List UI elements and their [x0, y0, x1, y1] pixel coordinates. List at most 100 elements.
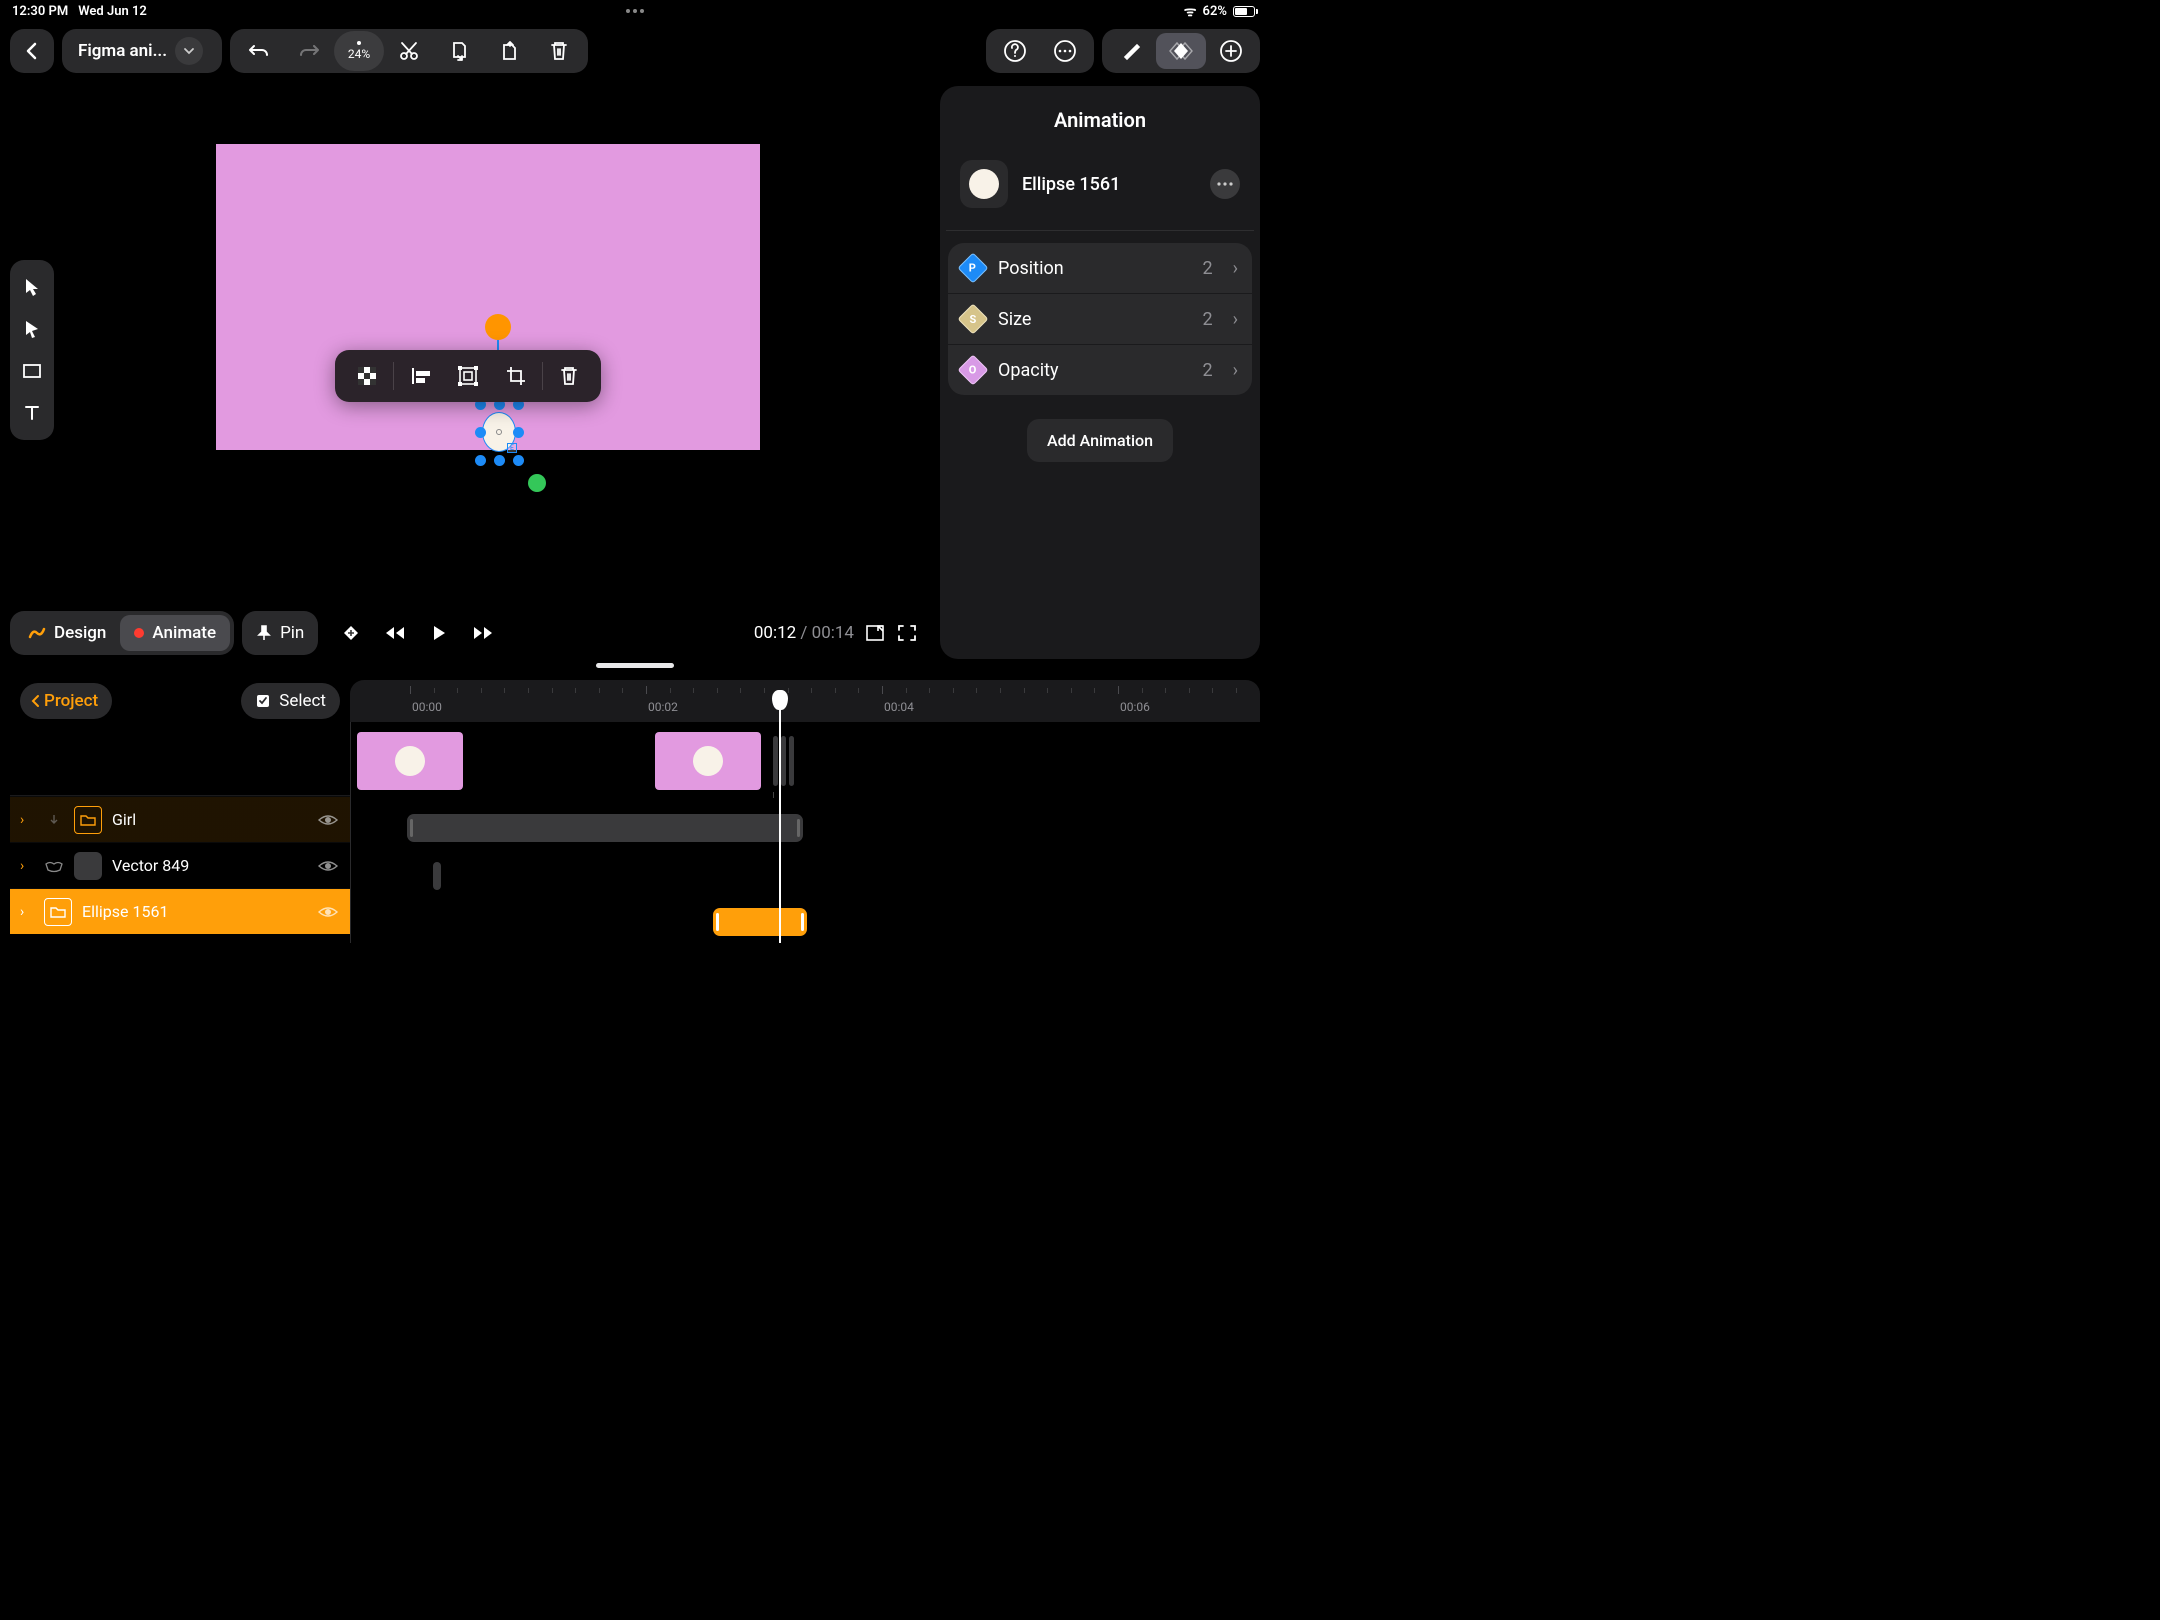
project-selector[interactable]: Figma ani...: [62, 29, 222, 73]
tick: 00:00: [412, 700, 442, 714]
crop-button[interactable]: [494, 354, 538, 398]
redo-button[interactable]: [284, 29, 334, 73]
folder-icon: [44, 898, 72, 926]
layer-list: › Girl › Vector 849 › Ellipse 1561: [10, 722, 350, 943]
select-button[interactable]: Select: [241, 683, 340, 719]
expand-icon[interactable]: ›: [20, 858, 34, 874]
forward-button[interactable]: [464, 614, 502, 652]
keyframe-markers[interactable]: [773, 736, 794, 786]
time-total: 00:14: [812, 623, 854, 643]
layer-name: Girl: [112, 810, 306, 829]
playhead[interactable]: [779, 692, 781, 943]
layer-row-girl[interactable]: › Girl: [10, 796, 350, 842]
visibility-toggle[interactable]: [316, 808, 340, 832]
selection-context-bar: [335, 350, 601, 402]
object-thumbnail: [960, 160, 1008, 208]
track-clip[interactable]: [433, 862, 441, 890]
track-clip[interactable]: [407, 814, 803, 842]
track-clip-selected[interactable]: [713, 908, 807, 936]
help-button[interactable]: [990, 29, 1040, 73]
selection-handle[interactable]: [494, 455, 505, 466]
transparency-button[interactable]: [345, 354, 389, 398]
more-button[interactable]: [1040, 29, 1090, 73]
animate-mode-button[interactable]: Animate: [120, 615, 230, 651]
property-list: P Position 2 › S Size 2 › O Opacity 2 ›: [948, 243, 1252, 395]
shape-tool[interactable]: [10, 350, 54, 392]
expand-icon[interactable]: ›: [20, 904, 34, 920]
chevron-right-icon: ›: [1233, 258, 1238, 279]
down-arrow-icon: [44, 813, 64, 827]
layer-row-ellipse[interactable]: › Ellipse 1561: [10, 888, 350, 934]
project-label: Project: [44, 691, 98, 711]
undo-button[interactable]: [234, 29, 284, 73]
frame-fit-button[interactable]: [864, 622, 886, 644]
effects-tab[interactable]: [1106, 33, 1156, 69]
mask-icon: [44, 859, 64, 873]
add-button[interactable]: [1206, 33, 1256, 69]
canvas[interactable]: E: [216, 144, 760, 450]
chevron-right-icon: ›: [1233, 360, 1238, 381]
keyframe-button[interactable]: [332, 614, 370, 652]
play-button[interactable]: [420, 614, 458, 652]
zoom-indicator[interactable]: 24%: [334, 29, 384, 73]
design-mode-button[interactable]: Design: [14, 615, 120, 651]
timeline-ruler[interactable]: 00:00 00:02 00:04 00:06: [350, 680, 1260, 722]
rewind-button[interactable]: [376, 614, 414, 652]
object-options-button[interactable]: [1210, 169, 1240, 199]
animate-label: Animate: [152, 623, 216, 643]
timeline-tracks: › Girl › Vector 849 › Ellipse 1561: [10, 722, 1260, 943]
selected-ellipse[interactable]: E: [482, 412, 516, 452]
expand-icon[interactable]: ›: [20, 812, 34, 828]
timeline-lanes[interactable]: [350, 722, 1260, 943]
direct-select-tool[interactable]: [10, 308, 54, 350]
project-name: Figma ani...: [78, 41, 167, 61]
zoom-value: 24%: [348, 47, 370, 61]
property-position[interactable]: P Position 2 ›: [948, 243, 1252, 294]
cut-button[interactable]: [384, 29, 434, 73]
canvas-orange-circle[interactable]: [485, 314, 511, 340]
project-back-button[interactable]: Project: [20, 683, 112, 719]
delete-button[interactable]: [534, 29, 584, 73]
keyframe-count: 2: [1202, 258, 1212, 279]
trash-button[interactable]: [547, 354, 591, 398]
selection-handle[interactable]: [513, 427, 524, 438]
position-icon: P: [957, 252, 988, 283]
selection-handle[interactable]: [513, 455, 524, 466]
chevron-down-icon: [175, 37, 203, 65]
status-bar: 12:30 PM Wed Jun 12 62%: [0, 0, 1270, 22]
animation-tab[interactable]: [1156, 33, 1206, 69]
status-time: 12:30 PM: [12, 4, 68, 19]
select-tool[interactable]: [10, 266, 54, 308]
left-toolbar: [10, 260, 54, 440]
align-button[interactable]: [398, 354, 442, 398]
scene-thumbnail[interactable]: [357, 732, 463, 790]
back-button[interactable]: [10, 29, 54, 73]
layer-row-vector[interactable]: › Vector 849: [10, 842, 350, 888]
text-tool[interactable]: [10, 392, 54, 434]
object-name: Ellipse 1561: [1022, 174, 1196, 195]
timeline-header: Project Select 00:00 00:02 00:04 00:06: [10, 680, 1260, 722]
selection-handle[interactable]: [475, 427, 486, 438]
selection-handle[interactable]: [475, 455, 486, 466]
fullscreen-button[interactable]: [896, 622, 918, 644]
scene-thumbnail[interactable]: [655, 732, 761, 790]
wifi-icon: [1184, 2, 1197, 21]
property-opacity[interactable]: O Opacity 2 ›: [948, 345, 1252, 395]
pin-button[interactable]: Pin: [242, 611, 318, 655]
multitask-dots[interactable]: [626, 9, 644, 13]
group-button[interactable]: [446, 354, 490, 398]
tick: 00:02: [648, 700, 678, 714]
panel-drag-handle[interactable]: [596, 663, 674, 668]
animation-panel: Animation Ellipse 1561 P Position 2 › S …: [940, 86, 1260, 659]
chevron-right-icon: ›: [1233, 309, 1238, 330]
copy-button[interactable]: [434, 29, 484, 73]
add-animation-button[interactable]: Add Animation: [1027, 419, 1173, 462]
visibility-toggle[interactable]: [316, 854, 340, 878]
paste-button[interactable]: [484, 29, 534, 73]
property-size[interactable]: S Size 2 ›: [948, 294, 1252, 345]
canvas-green-circle[interactable]: [528, 474, 546, 492]
folder-icon: [74, 806, 102, 834]
layer-name: Ellipse 1561: [82, 902, 306, 921]
record-icon: [134, 628, 144, 638]
visibility-toggle[interactable]: [316, 900, 340, 924]
